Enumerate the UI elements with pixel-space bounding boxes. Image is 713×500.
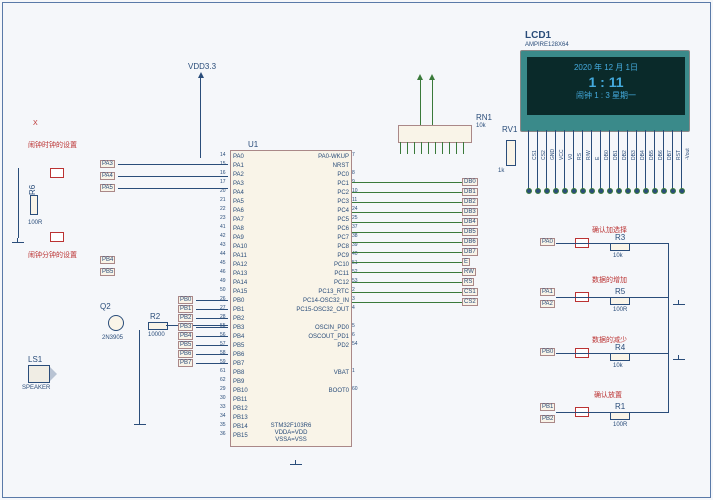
x-label: X <box>33 120 38 127</box>
rn1-val: 10k <box>476 123 486 129</box>
net-pb4: PB4 <box>100 256 115 264</box>
lcd-module[interactable]: 2020 年 12 月 1日 1 : 11 闹钟 1 : 3 星期一 <box>520 50 690 132</box>
q2-part: 2N3905 <box>102 335 123 341</box>
net-pb5: PB5 <box>100 268 115 276</box>
wire <box>118 164 228 165</box>
r1-ref: R1 <box>615 402 625 411</box>
r3-val: 10k <box>613 253 623 259</box>
wire <box>556 297 610 298</box>
net-pb1-r: PB1 <box>540 403 555 411</box>
lcd-line1: 2020 年 12 月 1日 <box>531 61 681 75</box>
wire <box>556 243 610 244</box>
wire <box>668 243 669 413</box>
rv1-ref: RV1 <box>502 125 517 134</box>
r3[interactable] <box>610 243 630 251</box>
lcd-ref: LCD1 <box>525 30 551 41</box>
gnd-chip <box>290 460 302 468</box>
gnd-left <box>12 238 24 246</box>
vdd-label: VDD3.3 <box>188 62 216 71</box>
r5[interactable] <box>610 297 630 305</box>
r5-ref: R5 <box>615 287 625 296</box>
vdd-arrow <box>198 72 204 78</box>
lcd-line2: 1 : 11 <box>531 75 681 89</box>
wire <box>628 412 668 413</box>
wire <box>18 168 19 238</box>
lcd-line3: 闹钟 1 : 3 星期一 <box>531 89 681 103</box>
q2-ref: Q2 <box>100 302 111 311</box>
button-hour-up[interactable] <box>50 168 64 178</box>
gnd-r1 <box>673 300 685 308</box>
wire <box>432 80 433 130</box>
wire <box>200 78 201 158</box>
min-set-label: 闹钟分钟的设置 <box>28 250 77 260</box>
wire <box>628 297 668 298</box>
arrow <box>417 74 423 80</box>
r4-val: 10k <box>613 363 623 369</box>
ls1-ref: LS1 <box>28 355 42 364</box>
u1-power: VDDA=VDDVSSA=VSS <box>275 430 308 443</box>
button-min-up[interactable] <box>50 232 64 242</box>
lcd-part: AMPIRE128X64 <box>525 42 569 48</box>
r1[interactable] <box>610 412 630 420</box>
speaker[interactable] <box>28 365 50 383</box>
net-pb0-r: PB0 <box>540 348 555 356</box>
ls1-part: SPEAKER <box>22 385 50 391</box>
rv1-val: 1k <box>498 168 504 174</box>
wire <box>139 330 140 420</box>
rv1-pot[interactable] <box>506 140 516 166</box>
net-pa4: PA4 <box>100 172 115 180</box>
gnd-ls <box>134 420 146 428</box>
wire <box>118 176 228 177</box>
wire <box>420 80 421 130</box>
net-pa1-r: PA1 <box>540 288 555 296</box>
r1-val: 100R <box>613 422 627 428</box>
r5-val: 100R <box>613 307 627 313</box>
wire <box>556 353 610 354</box>
u1-ref: U1 <box>248 140 258 149</box>
r2-val: 10000 <box>148 332 165 338</box>
r3-ref: R3 <box>615 233 625 242</box>
r6-ref: R6 <box>28 185 37 195</box>
confirm-set-label: 确认放置 <box>594 390 622 400</box>
u1-chip[interactable]: PA0PA1PA2PA3PA4PA5PA6PA7PA8PA9PA10PA11PA… <box>230 150 352 447</box>
net-pa5: PA5 <box>100 184 115 192</box>
lcd-screen: 2020 年 12 月 1日 1 : 11 闹钟 1 : 3 星期一 <box>527 57 685 115</box>
net-pb2-r: PB2 <box>540 415 555 423</box>
r4-ref: R4 <box>615 343 625 352</box>
q2-transistor[interactable] <box>108 315 124 331</box>
wire <box>556 412 610 413</box>
net-pa0-r: PA0 <box>540 238 555 246</box>
rn1[interactable] <box>398 125 472 143</box>
net-pa2-r: PA2 <box>540 300 555 308</box>
rn1-ref: RN1 <box>476 113 492 122</box>
arrow <box>429 74 435 80</box>
r4[interactable] <box>610 353 630 361</box>
wire <box>166 325 228 326</box>
r6[interactable] <box>30 195 38 215</box>
net-pa3: PA3 <box>100 160 115 168</box>
wire <box>118 188 228 189</box>
wire <box>628 353 668 354</box>
gnd-r2 <box>673 355 685 363</box>
r6-val: 100R <box>28 220 42 226</box>
u1-part: STM32F103R6 <box>271 423 312 429</box>
r2[interactable] <box>148 322 168 330</box>
r2-ref: R2 <box>150 312 160 321</box>
hour-set-label: 闹钟时钟的设置 <box>28 140 77 150</box>
wire <box>628 243 668 244</box>
data-inc-label: 数据的增加 <box>592 275 627 285</box>
